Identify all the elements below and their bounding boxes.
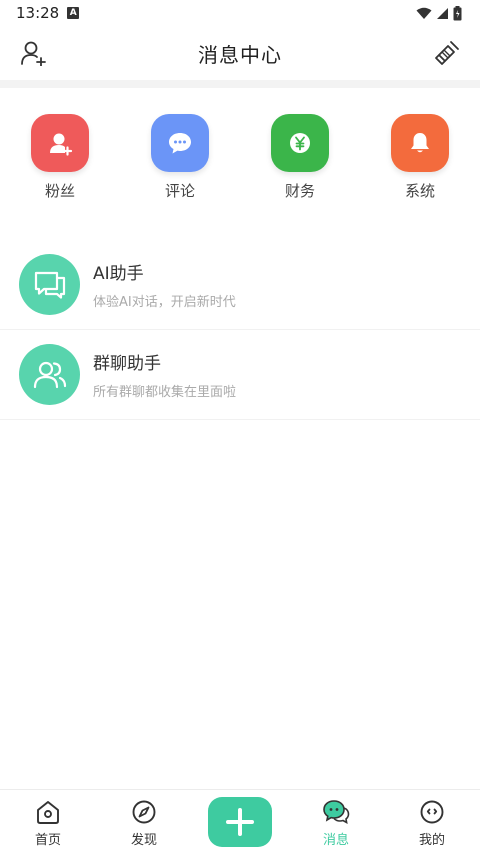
plus-icon <box>226 808 254 836</box>
compass-icon <box>132 800 156 824</box>
finance-icon-tile <box>271 114 329 172</box>
message-title: AI助手 <box>93 264 144 284</box>
nav-item-messages[interactable]: 消息 <box>288 790 384 848</box>
quick-item-finance[interactable]: 财务 <box>250 114 350 204</box>
quick-actions: 粉丝 评论 财务 系统 <box>0 114 480 204</box>
notification-badge-icon: A <box>67 7 80 19</box>
battery-icon <box>453 5 462 20</box>
status-time: 13:28 <box>16 4 60 22</box>
message-list: AI助手 体验AI对话，开启新时代 群聊助手 所有群聊都收集在里面啦 <box>0 240 480 420</box>
quick-label: 系统 <box>404 182 435 200</box>
message-text: 群聊助手 所有群聊都收集在里面啦 <box>93 349 236 400</box>
quick-item-comments[interactable]: 评论 <box>130 114 230 204</box>
nav-item-home[interactable]: 首页 <box>0 790 96 848</box>
nav-plus-slot <box>192 790 288 847</box>
quick-item-fans[interactable]: 粉丝 <box>10 114 110 204</box>
user-plus-icon <box>21 41 46 66</box>
comment-icon <box>169 133 191 154</box>
comments-icon-tile <box>151 114 209 172</box>
quick-label: 评论 <box>164 182 195 200</box>
nav-item-profile[interactable]: 我的 <box>384 790 480 848</box>
group-icon <box>33 361 66 388</box>
quick-label: 财务 <box>284 182 315 200</box>
profile-icon <box>420 800 444 824</box>
broom-icon <box>435 41 459 65</box>
message-text: AI助手 体验AI对话，开启新时代 <box>93 259 236 310</box>
signal-icon <box>437 7 448 19</box>
nav-label: 发现 <box>130 833 157 848</box>
app-header: 消息中心 <box>0 26 480 80</box>
message-subtitle: 体验AI对话，开启新时代 <box>93 295 236 310</box>
create-post-button[interactable] <box>208 797 272 847</box>
yuan-icon <box>290 133 310 153</box>
wifi-icon <box>416 7 432 19</box>
home-icon <box>37 801 59 824</box>
bottom-nav: 首页 发现 消息 我的 <box>0 789 480 853</box>
status-left: 13:28 A <box>16 4 80 22</box>
nav-label: 我的 <box>418 833 445 848</box>
nav-item-discover[interactable]: 发现 <box>96 790 192 848</box>
clear-messages-button[interactable] <box>432 38 462 68</box>
add-friend-button[interactable] <box>18 38 48 68</box>
message-title: 群聊助手 <box>93 354 161 374</box>
system-icon-tile <box>391 114 449 172</box>
message-center-screen: 13:28 A 消息中心 粉丝 评论 财务 系统 AI助手 体验AI对话，开启新… <box>0 0 480 853</box>
fans-icon-tile <box>31 114 89 172</box>
avatar <box>19 344 80 405</box>
quick-label: 粉丝 <box>44 182 75 200</box>
nav-label: 首页 <box>34 833 61 848</box>
user-plus-icon <box>50 133 73 156</box>
header-divider <box>0 80 480 88</box>
page-title: 消息中心 <box>198 42 282 67</box>
nav-label: 消息 <box>322 833 349 848</box>
status-bar: 13:28 A <box>0 0 480 26</box>
quick-item-system[interactable]: 系统 <box>370 114 470 204</box>
bell-icon <box>411 133 429 153</box>
list-item-ai-assistant[interactable]: AI助手 体验AI对话，开启新时代 <box>0 240 480 330</box>
chat-bubbles-icon <box>34 271 65 299</box>
message-icon <box>323 800 350 825</box>
list-item-group-assistant[interactable]: 群聊助手 所有群聊都收集在里面啦 <box>0 330 480 420</box>
avatar <box>19 254 80 315</box>
message-subtitle: 所有群聊都收集在里面啦 <box>93 385 237 400</box>
status-right <box>416 5 462 21</box>
